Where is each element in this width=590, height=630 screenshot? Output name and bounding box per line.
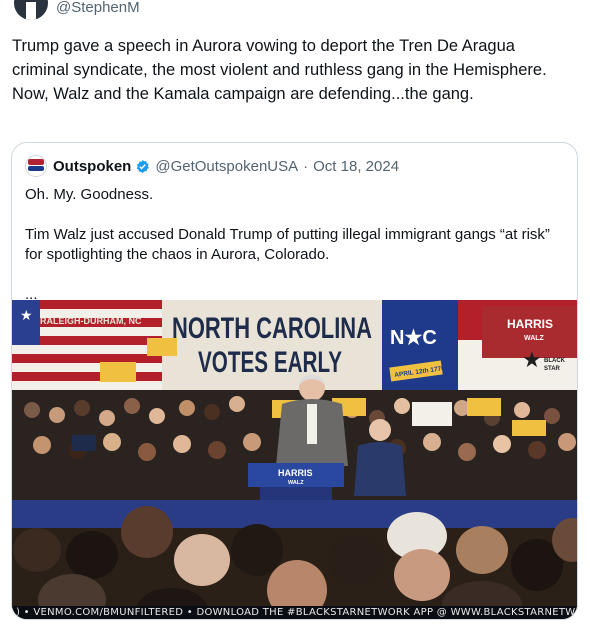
us-flag-left: ★ RALEIGH-DURHAM, NC (12, 300, 162, 395)
quoted-tweet-card[interactable]: Outspoken @GetOutspokenUSA · Oct 18, 202… (11, 142, 578, 620)
author-avatar[interactable] (14, 0, 48, 20)
quoted-tweet-date[interactable]: Oct 18, 2024 (313, 158, 399, 175)
quoted-line-2: Tim Walz just accused Donald Trump of pu… (25, 226, 550, 263)
news-ticker: ) • VENMO.COM/BMUNFILTERED • DOWNLOAD TH… (12, 606, 577, 619)
black-star-text-1: BLACK (544, 358, 566, 364)
svg-text:★: ★ (20, 307, 33, 323)
video-thumbnail[interactable]: ★ RALEIGH-DURHAM, NC NORTH CAROLINA VOTE… (12, 300, 577, 619)
harris-sign-text: HARRIS (507, 317, 553, 331)
author-handle[interactable]: @StephenM (56, 0, 140, 16)
banner-line-2: VOTES EARLY (198, 346, 342, 379)
venue-text: RALEIGH-DURHAM, NC (40, 316, 142, 326)
tweet-body: Trump gave a speech in Aurora vowing to … (12, 37, 547, 103)
rally-scene-image: ★ RALEIGH-DURHAM, NC NORTH CAROLINA VOTE… (12, 300, 577, 619)
nc-flag-letters: N★C (390, 327, 437, 349)
quoted-author-name[interactable]: Outspoken (53, 158, 131, 175)
outspoken-logo-icon[interactable] (25, 155, 47, 177)
nc-votes-early-banner: NORTH CAROLINA VOTES EARLY (162, 300, 382, 392)
quoted-author-handle[interactable]: @GetOutspokenUSA (155, 158, 298, 175)
verified-badge-icon (137, 159, 150, 173)
quoted-tweet-body: Oh. My. Goodness. Tim Walz just accused … (25, 185, 565, 305)
quoted-tweet-header: Outspoken @GetOutspokenUSA · Oct 18, 202… (25, 155, 399, 177)
harris-sign-sub: WALZ (524, 335, 545, 342)
podium-label-2: WALZ (288, 480, 304, 486)
quoted-line-1: Oh. My. Goodness. (25, 186, 154, 203)
black-star-text-2: STAR (544, 366, 561, 372)
black-star-logo-icon: ★ (522, 347, 542, 372)
tweet-header: @StephenM (14, 0, 140, 20)
meta-separator: · (303, 157, 309, 175)
banner-line-1: NORTH CAROLINA (172, 312, 372, 345)
podium-label-1: HARRIS (278, 468, 313, 478)
